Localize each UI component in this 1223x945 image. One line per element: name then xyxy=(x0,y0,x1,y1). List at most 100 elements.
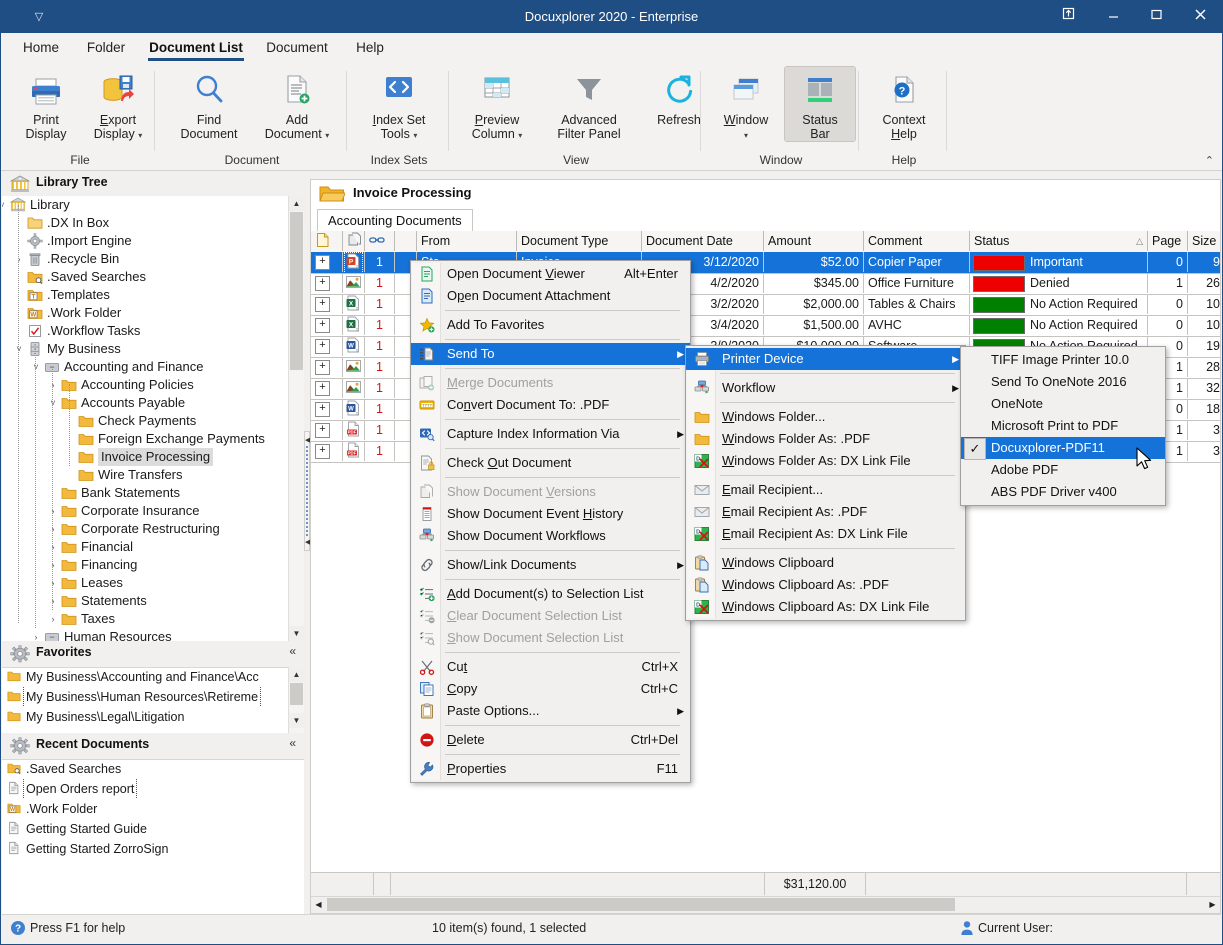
restore-down-window-button[interactable] xyxy=(1046,1,1090,33)
scroll-down-icon[interactable]: ▼ xyxy=(289,626,304,641)
row-expander-cell[interactable]: + xyxy=(311,336,343,356)
menu-item-docuxplorer-pdf11[interactable]: ✓ Docuxplorer-PDF11 xyxy=(961,437,1165,460)
menu-item-convert-document-to-pdf[interactable]: ???? Convert Document To: .PDF xyxy=(411,394,690,416)
row-expander-cell[interactable]: + xyxy=(311,357,343,377)
context-help-button[interactable]: ? Context Help xyxy=(863,67,945,141)
tree-node-import-engine[interactable]: .Import Engine xyxy=(2,232,289,250)
ribbon-collapse-button[interactable]: ⌃ xyxy=(1205,154,1214,167)
export-display-caret-icon[interactable]: ▾ xyxy=(138,131,142,140)
library-tree[interactable]: ˅ Library.DX In Box .Import Engine› .Rec… xyxy=(2,196,304,642)
tree-node-workflow-tasks[interactable]: .Workflow Tasks xyxy=(2,322,289,340)
menu-item-add-document-s-to-selection-list[interactable]: Add Document(s) to Selection List xyxy=(411,583,690,605)
scroll-up-icon[interactable]: ▲ xyxy=(289,667,304,682)
tree-expander-icon[interactable]: ˅ xyxy=(2,196,8,214)
row-expand-icon[interactable]: + xyxy=(315,381,330,396)
tree-node-invoice-processing[interactable]: Invoice Processing xyxy=(2,448,289,466)
index-set-tools-button[interactable]: Index Set Tools ▾ xyxy=(353,67,445,141)
tree-node-library[interactable]: ˅ Library xyxy=(2,196,289,214)
menu-item-delete[interactable]: Delete Ctrl+Del xyxy=(411,729,690,751)
row-expander-cell[interactable]: + xyxy=(311,315,343,335)
grid-column-header-pages[interactable] xyxy=(365,231,395,251)
tree-node-leases[interactable]: › Leases xyxy=(2,574,289,592)
menu-item-windows-folder[interactable]: Windows Folder... xyxy=(686,406,965,428)
row-expander-cell[interactable]: + xyxy=(311,399,343,419)
ribbon-tab-help[interactable]: Help xyxy=(345,33,395,63)
row-expand-icon[interactable]: + xyxy=(315,360,330,375)
tree-node-wire-transfers[interactable]: Wire Transfers xyxy=(2,466,289,484)
recent-document-item[interactable]: Open Orders report xyxy=(2,779,302,799)
row-expander-cell[interactable]: + xyxy=(311,420,343,440)
menu-item-check-out-document[interactable]: Check Out Document xyxy=(411,452,690,474)
printer-device-submenu[interactable]: TIFF Image Printer 10.0 Send To OneNote 2… xyxy=(960,346,1166,506)
scrollbar-thumb[interactable] xyxy=(290,212,303,370)
ribbon-tab-document-list[interactable]: Document List xyxy=(142,33,250,63)
recent-documents-collapse-icon[interactable]: « xyxy=(289,736,296,750)
tree-node-templates[interactable]: T .Templates xyxy=(2,286,289,304)
grid-column-header-from[interactable]: From xyxy=(417,231,517,251)
row-expand-icon[interactable]: + xyxy=(315,297,330,312)
menu-item-show-document-workflows[interactable]: Show Document Workflows xyxy=(411,525,690,547)
row-expander-cell[interactable]: + xyxy=(311,252,343,272)
menu-item-microsoft-print-to-pdf[interactable]: Microsoft Print to PDF xyxy=(961,415,1165,437)
row-expand-icon[interactable]: + xyxy=(315,255,330,270)
print-display-button[interactable]: Print Display xyxy=(11,67,81,141)
close-window-button[interactable] xyxy=(1178,1,1222,33)
export-display-button[interactable]: EExportxportDisplay ▾ xyxy=(83,67,153,141)
grid-column-header-docdate[interactable]: Document Date xyxy=(642,231,764,251)
menu-item-add-to-favorites[interactable]: Add To Favorites xyxy=(411,314,690,336)
ribbon-tab-home[interactable]: Home xyxy=(13,33,69,63)
grid-column-header-link[interactable] xyxy=(395,231,417,251)
grid-column-header-size[interactable]: Size Kb xyxy=(1188,231,1220,251)
minimize-window-button[interactable] xyxy=(1091,1,1135,33)
menu-item-abs-pdf-driver-v400[interactable]: ABS PDF Driver v400 xyxy=(961,481,1165,503)
menu-item-open-document-attachment[interactable]: Open Document Attachment xyxy=(411,285,690,307)
row-expander-cell[interactable]: + xyxy=(311,273,343,293)
menu-item-open-document-viewer[interactable]: Open Document Viewer Alt+Enter xyxy=(411,263,690,285)
scroll-left-icon[interactable]: ◀ xyxy=(311,897,326,912)
scrollbar-thumb[interactable] xyxy=(290,683,303,705)
tree-node-work-folder[interactable]: W .Work Folder xyxy=(2,304,289,322)
row-expander-cell[interactable]: + xyxy=(311,441,343,461)
add-document-caret-icon[interactable]: ▾ xyxy=(325,131,329,140)
menu-item-send-to[interactable]: Send To ▶ xyxy=(411,343,690,365)
menu-item-email-recipient-as-pdf[interactable]: Email Recipient As: .PDF xyxy=(686,501,965,523)
tab-accounting-documents[interactable]: Accounting Documents xyxy=(317,209,473,231)
grid-horizontal-scrollbar[interactable]: ◀ ▶ xyxy=(311,896,1220,913)
favorites-collapse-icon[interactable]: « xyxy=(289,644,296,658)
scroll-right-icon[interactable]: ▶ xyxy=(1205,897,1220,912)
tree-node-dx-in-box[interactable]: .DX In Box xyxy=(2,214,289,232)
row-expand-icon[interactable]: + xyxy=(315,318,330,333)
tree-node-corporate-insurance[interactable]: › Corporate Insurance xyxy=(2,502,289,520)
favorites-scrollbar[interactable]: ▲ ▼ xyxy=(288,667,304,733)
row-expand-icon[interactable]: + xyxy=(315,339,330,354)
preview-column-caret-icon[interactable]: ▾ xyxy=(518,131,522,140)
menu-item-send-to-onenote-2016[interactable]: Send To OneNote 2016 xyxy=(961,371,1165,393)
menu-item-onenote[interactable]: OneNote xyxy=(961,393,1165,415)
tree-node-financing[interactable]: › Financing xyxy=(2,556,289,574)
menu-item-windows-clipboard-as-dx-link-file[interactable]: D Windows Clipboard As: DX Link File xyxy=(686,596,965,618)
row-expander-cell[interactable]: + xyxy=(311,294,343,314)
tree-node-human-resources[interactable]: › Human Resources xyxy=(2,628,289,641)
advanced-filter-panel-button[interactable]: Advanced Filter Panel xyxy=(541,67,637,141)
grid-header-row[interactable]: From Document Type Document Date Amount Comm… xyxy=(311,231,1220,253)
menu-item-windows-clipboard[interactable]: Windows Clipboard xyxy=(686,552,965,574)
grid-column-header-ver[interactable] xyxy=(343,231,365,251)
menu-item-show-link-documents[interactable]: Show/Link Documents ▶ xyxy=(411,554,690,576)
tree-node-taxes[interactable]: › Taxes xyxy=(2,610,289,628)
menu-item-email-recipient[interactable]: Email Recipient... xyxy=(686,479,965,501)
row-expand-icon[interactable]: + xyxy=(315,423,330,438)
row-expand-icon[interactable]: + xyxy=(315,276,330,291)
menu-item-windows-folder-as-pdf[interactable]: Windows Folder As: .PDF xyxy=(686,428,965,450)
grid-column-header-page[interactable]: Page xyxy=(1148,231,1188,251)
menu-item-copy[interactable]: Copy Ctrl+C xyxy=(411,678,690,700)
menu-item-tiff-image-printer-10-0[interactable]: TIFF Image Printer 10.0 xyxy=(961,349,1165,371)
recent-document-item[interactable]: .Saved Searches xyxy=(2,759,302,779)
recent-document-item[interactable]: W .Work Folder xyxy=(2,799,302,819)
recent-document-item[interactable]: Getting Started Guide xyxy=(2,819,302,839)
maximize-window-button[interactable] xyxy=(1134,1,1178,33)
tree-expander-icon[interactable]: › xyxy=(30,628,42,641)
grid-column-header-doctype[interactable]: Document Type xyxy=(517,231,642,251)
favorite-item[interactable]: My Business\Accounting and Finance\Acc xyxy=(2,667,287,687)
grid-column-header-status[interactable]: Status △ xyxy=(970,231,1148,251)
tree-node-statements[interactable]: › Statements xyxy=(2,592,289,610)
